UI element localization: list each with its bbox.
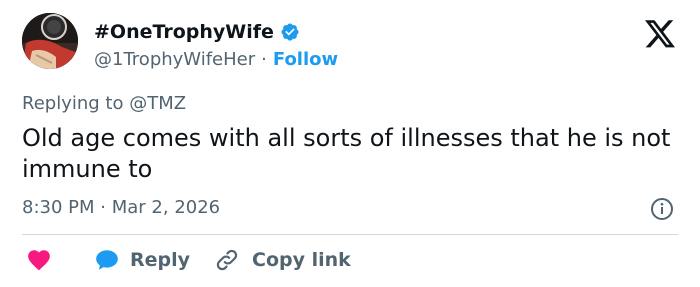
copy-link-button[interactable]: Copy link: [214, 246, 351, 274]
tweet-time: 8:30 PM: [22, 197, 95, 218]
heart-icon: [28, 250, 50, 271]
tweet-text: Old age comes with all sorts of illnesse…: [22, 124, 671, 183]
timestamp-separator: ·: [100, 197, 106, 218]
avatar-image: [22, 13, 78, 69]
tweet-date: Mar 2, 2026: [111, 197, 221, 218]
verified-badge-icon: [281, 23, 299, 41]
replying-to: Replying to @TMZ: [22, 93, 186, 114]
replying-to-prefix: Replying to: [22, 93, 130, 114]
x-logo-icon[interactable]: [645, 20, 675, 48]
follow-link[interactable]: Follow: [273, 49, 338, 70]
reply-button[interactable]: Reply: [94, 246, 190, 274]
author-name-row: #OneTrophyWife: [94, 20, 300, 44]
tweet-timestamp[interactable]: 8:30 PM · Mar 2, 2026: [22, 197, 220, 218]
author-handle[interactable]: @1TrophyWifeHer: [94, 49, 255, 70]
avatar[interactable]: [22, 13, 78, 69]
like-button[interactable]: [26, 246, 52, 274]
reply-label: Reply: [130, 249, 191, 271]
copy-link-label: Copy link: [252, 249, 351, 271]
speech-bubble-icon: [96, 250, 118, 270]
replying-to-handle[interactable]: @TMZ: [129, 93, 186, 114]
author-display-name[interactable]: #OneTrophyWife: [94, 21, 274, 43]
handle-separator: ·: [261, 48, 267, 70]
link-icon: [216, 249, 238, 271]
tweet-embed-card: #OneTrophyWife @1TrophyWifeHer · Follow …: [0, 0, 700, 287]
info-icon[interactable]: [650, 197, 674, 221]
author-handle-row: @1TrophyWifeHer · Follow: [94, 48, 338, 70]
divider: [22, 234, 678, 235]
